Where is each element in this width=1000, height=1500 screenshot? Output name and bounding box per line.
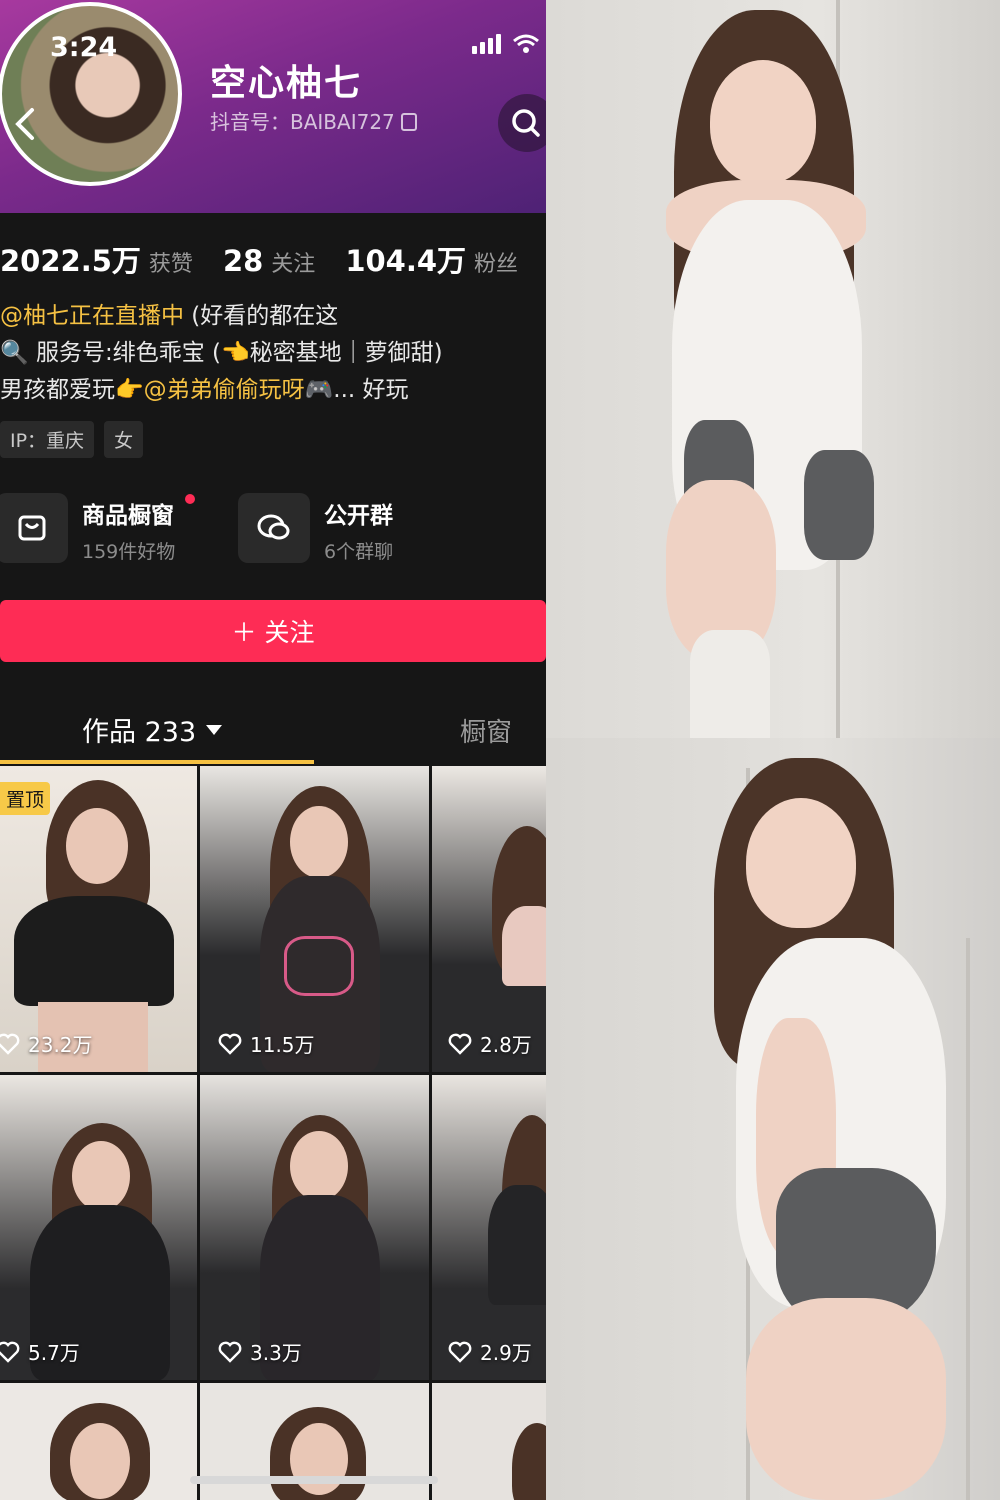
bio-text: 男孩都爱玩👉 <box>0 377 144 403</box>
tab-works[interactable]: 作品 233 <box>82 710 223 749</box>
video-likes: 2.9万 <box>448 1337 532 1366</box>
photo-top <box>546 0 1000 738</box>
group-entry-subtitle: 6个群聊 <box>324 541 394 563</box>
avatar[interactable] <box>0 2 182 186</box>
tab-showcase[interactable]: 橱窗 <box>460 712 512 749</box>
followers-count[interactable]: 104.4万 <box>345 238 466 280</box>
group-entry-button[interactable] <box>238 493 310 563</box>
wifi-icon <box>513 34 539 53</box>
bio-account-link[interactable]: @弟弟偷偷玩呀 <box>144 377 305 403</box>
shop-entry-subtitle: 159件好物 <box>82 541 176 563</box>
heart-icon <box>448 1033 472 1055</box>
shop-entry-button[interactable] <box>0 493 68 563</box>
likes-count: 2.9万 <box>480 1341 532 1365</box>
group-chat-icon <box>257 514 290 540</box>
video-thumbnail[interactable]: 置顶 23.2万 <box>0 766 197 1072</box>
shopping-bag-icon <box>18 515 46 541</box>
bio-line-3: 男孩都爱玩👉@弟弟偷偷玩呀🎮... 好玩 <box>0 372 443 409</box>
follow-button[interactable]: ＋ 关注 <box>0 600 546 662</box>
bio-text: (好看的都在这 <box>184 303 339 329</box>
account-id-text: 抖音号：BAIBAI727 <box>210 110 395 134</box>
bio-more[interactable]: 🎮... 好玩 <box>305 377 409 403</box>
tab-works-label: 作品 233 <box>82 717 197 748</box>
profile-name: 空心柚七 <box>210 63 363 104</box>
profile-bio: @柚七正在直播中 (好看的都在这 🔍 服务号:绯色乖宝 (👈秘密基地｜萝御甜) … <box>0 298 443 409</box>
content-tabs: 作品 233 橱窗 <box>0 700 546 766</box>
video-likes: 23.2万 <box>0 1029 93 1058</box>
pinned-badge: 置顶 <box>0 782 51 815</box>
profile-header: 3:24 空心柚七 抖音号：BAIBAI727 <box>0 0 546 213</box>
likes-count: 2022.5万 <box>0 244 141 278</box>
following-count[interactable]: 28 <box>223 244 263 278</box>
video-thumbnail[interactable]: 5.7万 <box>0 1075 197 1380</box>
home-indicator <box>190 1476 438 1484</box>
likes-label: 获赞 <box>148 252 193 277</box>
copy-icon[interactable] <box>400 113 417 131</box>
video-thumbnail[interactable] <box>0 1383 197 1500</box>
bio-line-2: 🔍 服务号:绯色乖宝 (👈秘密基地｜萝御甜) <box>0 340 443 366</box>
shop-entry-title[interactable]: 商品橱窗 <box>82 496 174 530</box>
bio-live-link[interactable]: @柚七正在直播中 <box>0 303 184 329</box>
video-thumbnail[interactable]: 3.3万 <box>200 1075 429 1380</box>
heart-icon <box>448 1341 472 1363</box>
profile-entries: 商品橱窗 159件好物 公开群 6个群聊 <box>0 490 546 566</box>
search-button[interactable] <box>498 94 546 152</box>
likes-count: 3.3万 <box>250 1341 302 1365</box>
heart-icon <box>0 1341 20 1363</box>
profile-tags: IP：重庆 女 <box>0 421 144 458</box>
likes-count: 2.8万 <box>480 1033 532 1057</box>
following-label[interactable]: 关注 <box>271 246 315 278</box>
heart-icon <box>218 1033 242 1055</box>
video-thumbnail[interactable]: 2.8万 <box>432 766 546 1072</box>
video-thumbnail[interactable] <box>432 1383 546 1500</box>
video-likes: 5.7万 <box>0 1337 80 1366</box>
status-time: 3:24 <box>50 32 118 63</box>
likes-count: 11.5万 <box>250 1033 315 1057</box>
likes-count: 23.2万 <box>28 1033 93 1057</box>
video-likes: 11.5万 <box>218 1029 315 1058</box>
account-id: 抖音号：BAIBAI727 <box>210 106 417 135</box>
video-likes: 3.3万 <box>218 1337 302 1366</box>
likes-count: 5.7万 <box>28 1341 80 1365</box>
followers-label[interactable]: 粉丝 <box>474 246 518 278</box>
video-likes: 2.8万 <box>448 1029 532 1058</box>
status-icons <box>472 34 539 54</box>
signal-icon <box>472 34 501 54</box>
heart-icon <box>0 1033 20 1055</box>
bio-line-1: @柚七正在直播中 (好看的都在这 <box>0 298 443 335</box>
profile-stats: 2022.5万 获赞 28 关注 104.4万 粉丝 <box>0 238 546 280</box>
notification-dot <box>185 494 195 504</box>
ip-location-tag: IP：重庆 <box>0 421 95 458</box>
group-entry-title[interactable]: 公开群 <box>324 496 393 530</box>
profile-screen: 3:24 空心柚七 抖音号：BAIBAI727 2022.5万 获赞 28 关注… <box>0 0 546 1500</box>
search-icon <box>512 109 540 137</box>
photo-bottom <box>546 738 1000 1500</box>
chevron-down-icon <box>206 724 223 735</box>
heart-icon <box>218 1341 242 1363</box>
gender-tag: 女 <box>104 421 144 458</box>
video-thumbnail[interactable]: 2.9万 <box>432 1075 546 1380</box>
video-thumbnail[interactable]: 11.5万 <box>200 766 429 1072</box>
back-icon[interactable] <box>10 104 38 144</box>
active-tab-indicator <box>0 760 314 764</box>
